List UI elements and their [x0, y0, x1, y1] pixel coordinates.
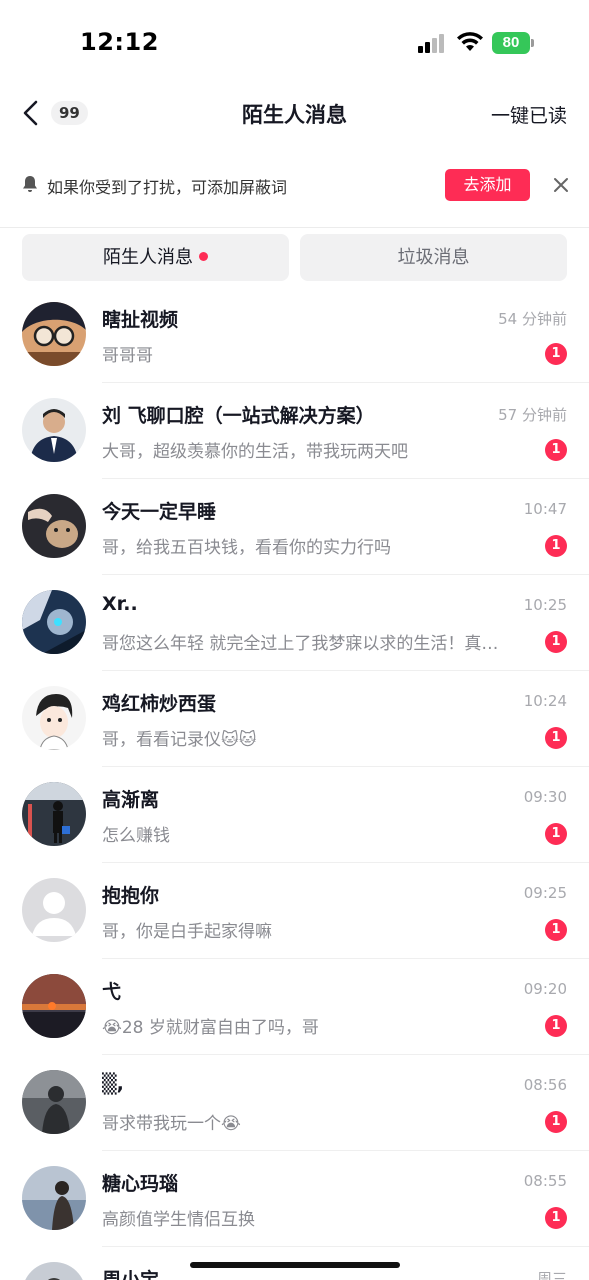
- battery-icon: 80: [492, 32, 534, 54]
- unread-badge: 1: [545, 439, 567, 461]
- wifi-icon: [457, 32, 483, 51]
- message-row[interactable]: 弋 😭28 岁就财富自由了吗，哥 09:20 1: [0, 959, 589, 1055]
- message-time: 09:20: [523, 980, 567, 998]
- avatar[interactable]: [22, 1070, 86, 1134]
- status-bar: 12:12 80: [0, 0, 589, 88]
- avatar[interactable]: [22, 782, 86, 846]
- sender-name: 抱抱你: [102, 885, 160, 907]
- avatar[interactable]: [22, 398, 86, 462]
- unread-badge: 1: [545, 631, 567, 653]
- status-time: 12:12: [80, 28, 159, 56]
- unread-dot: [199, 251, 208, 261]
- unread-count-badge[interactable]: 99: [51, 101, 88, 125]
- sender-name: Xr..: [102, 593, 138, 615]
- nav-bar: 99 陌生人消息 一键已读: [0, 88, 589, 140]
- notice-text: 如果你受到了打扰，可添加屏蔽词: [47, 178, 288, 197]
- message-preview: 怎么赚钱: [102, 826, 170, 846]
- message-list: 瞎扯视频 哥哥哥 54 分钟前 1 刘 飞聊口腔（一站式解决方案） 大哥，超级羡…: [0, 287, 589, 1280]
- sender-name: 糖心玛瑙: [102, 1173, 179, 1195]
- sender-name: 今天一定早睡: [102, 501, 217, 523]
- message-preview: 哥，给我五百块钱，看看你的实力行吗: [102, 538, 391, 558]
- message-time: 10:47: [523, 500, 567, 518]
- unread-badge: 1: [545, 727, 567, 749]
- cellular-signal-icon: [418, 33, 448, 53]
- unread-badge: 1: [545, 343, 567, 365]
- sender-name: 周小宝: [102, 1269, 160, 1280]
- message-time: 57 分钟前: [498, 406, 567, 424]
- tab-stranger-messages-label: 陌生人消息: [103, 247, 193, 268]
- mark-all-read-button[interactable]: 一键已读: [491, 101, 567, 128]
- avatar[interactable]: [22, 1262, 86, 1280]
- bell-icon: [23, 176, 37, 192]
- unread-badge: 1: [545, 919, 567, 941]
- message-row[interactable]: 刘 飞聊口腔（一站式解决方案） 大哥，超级羡慕你的生活，带我玩两天吧 57 分钟…: [0, 383, 589, 479]
- avatar[interactable]: [22, 686, 86, 750]
- divider: [0, 227, 589, 228]
- back-icon[interactable]: [18, 98, 44, 128]
- unread-badge: 1: [545, 1207, 567, 1229]
- sender-name: 瞎扯视频: [102, 309, 179, 331]
- message-preview: 😭28 岁就财富自由了吗，哥: [102, 1018, 319, 1038]
- message-preview: 哥，你是白手起家得嘛: [102, 922, 272, 942]
- sender-name: 刘 飞聊口腔（一站式解决方案）: [102, 405, 375, 427]
- tab-spam-messages-label: 垃圾消息: [397, 247, 470, 268]
- message-preview: 大哥，超级羡慕你的生活，带我玩两天吧: [102, 442, 408, 462]
- sender-name: 高渐离: [102, 789, 160, 811]
- message-row[interactable]: 鸡红柿炒西蛋 哥，看看记录仪🐱🐱 10:24 1: [0, 671, 589, 767]
- add-block-word-button[interactable]: 去添加: [445, 169, 530, 201]
- message-time: 10:24: [523, 692, 567, 710]
- message-time: 10:25: [523, 596, 567, 614]
- avatar[interactable]: [22, 974, 86, 1038]
- unread-badge: 1: [545, 823, 567, 845]
- message-time: 09:30: [523, 788, 567, 806]
- message-time: 09:25: [523, 884, 567, 902]
- message-row[interactable]: Xr.. 哥您这么年轻 就完全过上了我梦寐以求的生活！真… 10:25 1: [0, 575, 589, 671]
- avatar[interactable]: [22, 590, 86, 654]
- tab-stranger-messages[interactable]: 陌生人消息: [22, 234, 289, 281]
- message-preview: 哥，看看记录仪🐱🐱: [102, 730, 257, 750]
- message-preview: 高颜值学生情侣互换: [102, 1210, 255, 1230]
- avatar[interactable]: [22, 1166, 86, 1230]
- sender-name: 弋: [102, 981, 122, 1003]
- tab-spam-messages[interactable]: 垃圾消息: [300, 234, 567, 281]
- unread-badge: 1: [545, 1015, 567, 1037]
- sender-name: 鸡红柿炒西蛋: [102, 693, 217, 715]
- sender-name: ▒,: [102, 1073, 124, 1095]
- home-indicator[interactable]: [190, 1262, 400, 1268]
- message-time: 54 分钟前: [498, 310, 567, 328]
- message-time: 08:55: [523, 1172, 567, 1190]
- message-row[interactable]: 今天一定早睡 哥，给我五百块钱，看看你的实力行吗 10:47 1: [0, 479, 589, 575]
- message-row[interactable]: ▒, 哥求带我玩一个😭 08:56 1: [0, 1055, 589, 1151]
- avatar[interactable]: [22, 878, 86, 942]
- message-preview: 哥求带我玩一个😭: [102, 1114, 241, 1134]
- message-row[interactable]: 抱抱你 哥，你是白手起家得嘛 09:25 1: [0, 863, 589, 959]
- message-time: 08:56: [523, 1076, 567, 1094]
- battery-level: 80: [492, 32, 530, 54]
- message-row[interactable]: 瞎扯视频 哥哥哥 54 分钟前 1: [0, 287, 589, 383]
- unread-badge: 1: [545, 535, 567, 557]
- message-time: 周三: [536, 1270, 567, 1280]
- block-words-notice: 如果你受到了打扰，可添加屏蔽词 去添加: [0, 160, 589, 210]
- message-preview: 哥哥哥: [102, 346, 153, 366]
- avatar[interactable]: [22, 494, 86, 558]
- message-row[interactable]: 糖心玛瑙 高颜值学生情侣互换 08:55 1: [0, 1151, 589, 1247]
- message-preview: 哥您这么年轻 就完全过上了我梦寐以求的生活！真…: [102, 634, 499, 654]
- close-icon[interactable]: [552, 176, 570, 194]
- unread-badge: 1: [545, 1111, 567, 1133]
- message-row[interactable]: 高渐离 怎么赚钱 09:30 1: [0, 767, 589, 863]
- avatar[interactable]: [22, 302, 86, 366]
